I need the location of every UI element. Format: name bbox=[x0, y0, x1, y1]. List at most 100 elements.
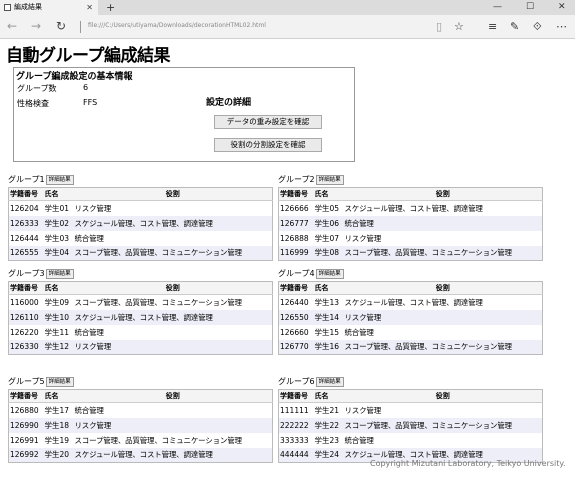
refresh-icon[interactable]: ↻ bbox=[56, 19, 66, 33]
student-id-cell: 126555 bbox=[8, 245, 44, 261]
table-row: 126666 学生05 スケジュール管理、コスト管理、調達管理 bbox=[279, 201, 543, 216]
student-name-cell: 学生03 bbox=[44, 233, 70, 243]
table-row: 126660 学生15 統合管理 bbox=[279, 325, 543, 340]
table-row: 126990 学生18 リスク管理 bbox=[8, 417, 273, 433]
column-header: 氏名 bbox=[43, 187, 74, 201]
new-tab-button[interactable]: + bbox=[106, 0, 115, 15]
group-table: 学籍番号 氏名 役割 116000 学生09 スコープ管理、品質管理、コミュニケーション管… bbox=[8, 281, 273, 355]
tab-close-icon[interactable]: ✕ bbox=[86, 0, 93, 15]
weight-settings-button[interactable]: データの重み設定を確認 bbox=[214, 115, 322, 129]
role-cell: 統合管理 bbox=[344, 435, 374, 445]
reading-view-icon[interactable]: ▯ bbox=[436, 20, 442, 33]
role-cell: リスク管理 bbox=[343, 309, 543, 325]
table-header-row: 学籍番号 氏名 役割 bbox=[278, 389, 543, 403]
role-cell: リスク管理 bbox=[74, 203, 112, 213]
student-name-cell: 学生17 bbox=[44, 405, 70, 415]
table-row: 126991 学生19 スコープ管理、品質管理、コミュニケーション管理 bbox=[9, 433, 273, 448]
maximize-button[interactable]: ☐ bbox=[526, 0, 534, 15]
column-header: 氏名 bbox=[313, 389, 344, 403]
favorite-star-icon[interactable]: ☆ bbox=[454, 20, 464, 33]
role-cell: リスク管理 bbox=[344, 405, 382, 415]
detail-result-button[interactable]: 詳細結果 bbox=[315, 269, 344, 279]
group-label: グループ2 bbox=[278, 175, 315, 184]
student-id-cell: 116999 bbox=[278, 245, 314, 261]
column-header: 役割 bbox=[73, 187, 273, 201]
group-header: グループ5 詳細結果 bbox=[8, 376, 273, 388]
forward-icon[interactable]: → bbox=[31, 19, 41, 33]
table-row: 126333 学生02 スケジュール管理、コスト管理、調達管理 bbox=[8, 215, 273, 231]
browser-tab-bar: 編成結果 ✕ + — ☐ ✕ bbox=[0, 0, 575, 15]
group-table: 学籍番号 氏名 役割 126440 学生13 スケジュール管理、コスト管理、調達管理 126… bbox=[278, 281, 543, 355]
role-cell: 統合管理 bbox=[343, 215, 543, 231]
column-header: 学籍番号 bbox=[278, 389, 314, 403]
student-name-cell: 学生02 bbox=[43, 215, 74, 231]
column-header: 氏名 bbox=[313, 281, 344, 295]
student-id-cell: 333333 bbox=[280, 435, 309, 445]
student-name-cell: 学生14 bbox=[313, 309, 344, 325]
table-header-row: 学籍番号 氏名 役割 bbox=[8, 281, 273, 295]
student-name-cell: 学生15 bbox=[314, 327, 340, 337]
table-row: 126550 学生14 リスク管理 bbox=[278, 309, 543, 325]
column-header: 役割 bbox=[73, 389, 273, 403]
student-name-cell: 学生11 bbox=[44, 327, 70, 337]
student-id-cell: 126777 bbox=[278, 215, 314, 231]
detail-result-button[interactable]: 詳細結果 bbox=[315, 377, 344, 387]
student-name-cell: 学生16 bbox=[313, 339, 344, 355]
student-id-cell: 126992 bbox=[8, 447, 44, 463]
student-id-cell: 126110 bbox=[8, 309, 44, 325]
student-name-cell: 学生13 bbox=[314, 297, 340, 307]
student-id-cell: 126444 bbox=[10, 233, 39, 243]
student-name-cell: 学生19 bbox=[44, 435, 70, 445]
student-id-cell: 126330 bbox=[8, 339, 44, 355]
table-row: 116999 学生08 スコープ管理、品質管理、コミュニケーション管理 bbox=[278, 245, 543, 261]
column-header: 学籍番号 bbox=[8, 187, 44, 201]
settings-info-box: グループ編成設定の基本情報 グループ数 6 性格検査 FFS 設定の詳細 データ… bbox=[13, 67, 355, 162]
detail-result-button[interactable]: 詳細結果 bbox=[315, 175, 344, 185]
detail-result-button[interactable]: 詳細結果 bbox=[45, 175, 74, 185]
table-row: 111111 学生21 リスク管理 bbox=[279, 403, 543, 418]
student-name-cell: 学生20 bbox=[43, 447, 74, 463]
personality-test-value: FFS bbox=[83, 98, 98, 107]
student-name-cell: 学生05 bbox=[314, 203, 340, 213]
student-id-cell: 126666 bbox=[280, 203, 309, 213]
student-name-cell: 学生18 bbox=[43, 417, 74, 433]
group-header: グループ2 詳細結果 bbox=[278, 174, 543, 186]
group-table: 学籍番号 氏名 役割 111111 学生21 リスク管理 222222 学生22 スコープ管理、… bbox=[278, 389, 543, 463]
role-cell: スコープ管理、品質管理、コミュニケーション管理 bbox=[74, 435, 243, 445]
student-name-cell: 学生12 bbox=[43, 339, 74, 355]
table-row: 126777 学生06 統合管理 bbox=[278, 215, 543, 231]
detail-result-button[interactable]: 詳細結果 bbox=[45, 269, 74, 279]
group-label: グループ4 bbox=[278, 269, 315, 278]
table-header-row: 学籍番号 氏名 役割 bbox=[8, 389, 273, 403]
table-header-row: 学籍番号 氏名 役割 bbox=[278, 281, 543, 295]
table-row: 126880 学生17 統合管理 bbox=[9, 403, 273, 418]
column-header: 学籍番号 bbox=[8, 389, 44, 403]
browser-tab[interactable]: 編成結果 ✕ bbox=[0, 0, 98, 15]
close-window-button[interactable]: ✕ bbox=[558, 0, 566, 15]
detail-result-button[interactable]: 詳細結果 bbox=[45, 377, 74, 387]
student-name-cell: 学生08 bbox=[313, 245, 344, 261]
role-cell: 統合管理 bbox=[74, 327, 104, 337]
group-header: グループ4 詳細結果 bbox=[278, 268, 543, 280]
table-row: 126992 学生20 スケジュール管理、コスト管理、調達管理 bbox=[8, 447, 273, 463]
role-split-settings-button[interactable]: 役割の分割設定を確認 bbox=[214, 138, 322, 152]
group-header: グループ6 詳細結果 bbox=[278, 376, 543, 388]
more-icon[interactable]: ⋯ bbox=[556, 20, 567, 33]
minimize-button[interactable]: — bbox=[493, 0, 502, 15]
back-icon[interactable]: ← bbox=[7, 19, 17, 33]
column-header: 氏名 bbox=[43, 389, 74, 403]
student-name-cell: 学生22 bbox=[313, 417, 344, 433]
web-note-icon[interactable]: ✎ bbox=[510, 20, 519, 33]
column-header: 学籍番号 bbox=[278, 281, 314, 295]
column-header: 氏名 bbox=[43, 281, 74, 295]
student-name-cell: 学生09 bbox=[44, 297, 70, 307]
table-row: 126204 学生01 リスク管理 bbox=[9, 201, 273, 216]
group-3: グループ3 詳細結果 学籍番号 氏名 役割 116000 学生09 スコープ管理、品質管理、コ… bbox=[8, 268, 273, 355]
group-label: グループ1 bbox=[8, 175, 45, 184]
hub-icon[interactable]: ≡ bbox=[488, 20, 497, 33]
student-name-cell: 学生01 bbox=[44, 203, 70, 213]
share-icon[interactable]: ⟐ bbox=[533, 20, 542, 33]
group-header: グループ1 詳細結果 bbox=[8, 174, 273, 186]
student-name-cell: 学生24 bbox=[313, 447, 344, 463]
address-bar[interactable]: file:///C:/Users/utiyama/Downloads/decor… bbox=[88, 22, 266, 29]
